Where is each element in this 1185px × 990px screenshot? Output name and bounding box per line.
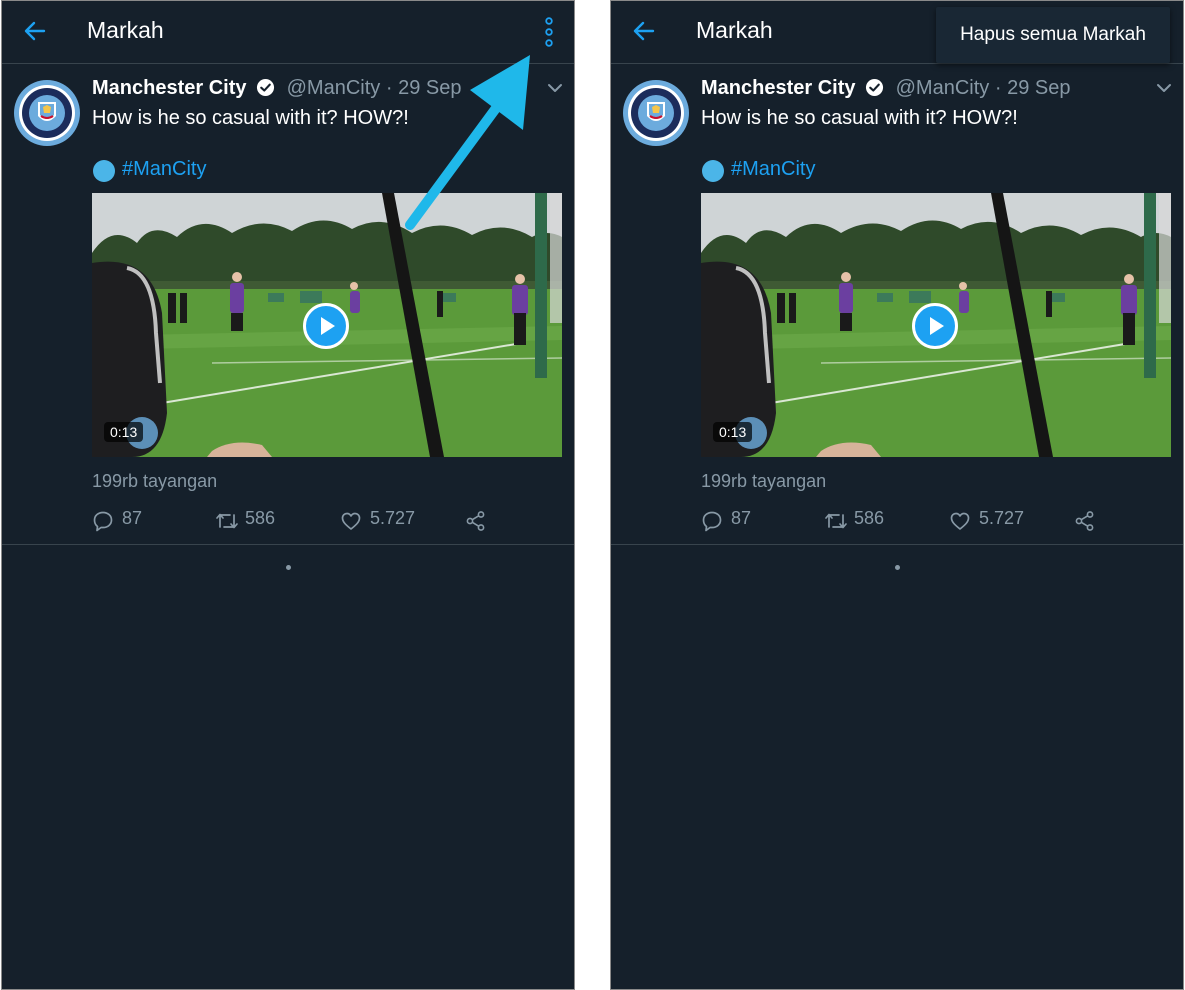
tweet-text: How is he so casual with it? HOW?! — [92, 107, 409, 129]
separator-dot: · — [385, 77, 393, 99]
separator-dot: · — [994, 77, 1002, 99]
play-icon[interactable] — [912, 303, 958, 349]
share-icon — [1075, 511, 1094, 531]
tweet-text: How is he so casual with it? HOW?! — [701, 107, 1018, 129]
verified-badge-icon — [866, 78, 884, 97]
tweet-header: Manchester City @ManCity · 29 Sep — [92, 77, 461, 100]
view-count: 199rb tayangan — [92, 471, 218, 491]
retweet-count: 586 — [854, 508, 885, 528]
tweet-date: 29 Sep — [398, 77, 462, 99]
hashtag-text: #ManCity — [731, 158, 816, 180]
back-button[interactable] — [22, 18, 48, 44]
tweet-date: 29 Sep — [1007, 77, 1071, 99]
video-thumbnail[interactable]: 0:13 — [92, 193, 562, 457]
overflow-menu-button[interactable] — [538, 15, 560, 49]
clear-all-bookmarks-menu-item[interactable]: Hapus semua Markah — [936, 7, 1170, 63]
tweet-actions: 87 586 5.727 — [701, 506, 1171, 534]
tweet-header: Manchester City @ManCity · 29 Sep — [701, 77, 1070, 100]
author-name[interactable]: Manchester City — [701, 77, 856, 99]
retweet-icon — [216, 513, 238, 529]
phone-screen-before: Markah Manchester City @ManCity · 29 Sep… — [1, 0, 575, 990]
heart-icon — [341, 512, 361, 530]
verified-badge-icon — [257, 78, 275, 97]
reply-icon — [93, 511, 113, 532]
view-count: 199rb tayangan — [701, 471, 827, 491]
tweet-card[interactable]: Manchester City @ManCity · 29 Sep How is… — [611, 64, 1183, 545]
hashtag-emoji-icon — [702, 160, 724, 182]
reply-icon — [702, 511, 722, 532]
retweet-icon — [825, 513, 847, 529]
play-icon[interactable] — [303, 303, 349, 349]
video-thumbnail[interactable]: 0:13 — [701, 193, 1171, 457]
retweet-count: 586 — [245, 508, 276, 528]
chevron-down-icon — [1157, 84, 1171, 92]
like-count: 5.727 — [370, 508, 416, 528]
phone-screen-after: Markah Manchester City @ManCity · 29 Sep… — [610, 0, 1184, 990]
hashtag-text: #ManCity — [122, 158, 207, 180]
heart-icon — [950, 512, 970, 530]
chevron-down-icon — [548, 84, 562, 92]
arrow-left-icon — [633, 21, 655, 41]
club-crest-avatar-icon — [14, 80, 80, 146]
loading-indicator — [286, 565, 291, 570]
video-duration-badge: 0:13 — [713, 422, 753, 442]
tweet-card[interactable]: Manchester City @ManCity · 29 Sep How is… — [2, 64, 574, 545]
page-title: Markah — [87, 17, 164, 43]
app-bar: Markah — [2, 1, 574, 64]
vertical-ellipsis-icon — [545, 17, 553, 47]
author-name[interactable]: Manchester City — [92, 77, 247, 99]
author-handle[interactable]: @ManCity — [896, 77, 990, 99]
page-title: Markah — [696, 17, 773, 43]
tweet-options-caret[interactable] — [1155, 80, 1173, 96]
tweet-actions: 87 586 5.727 — [92, 506, 562, 534]
video-duration-badge: 0:13 — [104, 422, 144, 442]
back-button[interactable] — [631, 18, 657, 44]
reply-count: 87 — [122, 508, 143, 528]
club-crest-avatar-icon — [623, 80, 689, 146]
arrow-left-icon — [24, 21, 46, 41]
hashtag-emoji-icon — [93, 160, 115, 182]
tweet-options-caret[interactable] — [546, 80, 564, 96]
share-icon — [466, 511, 485, 531]
avatar[interactable] — [623, 80, 689, 146]
reply-count: 87 — [731, 508, 752, 528]
loading-indicator — [895, 565, 900, 570]
overflow-menu-popup: Hapus semua Markah — [936, 7, 1170, 63]
like-count: 5.727 — [979, 508, 1025, 528]
avatar[interactable] — [14, 80, 80, 146]
author-handle[interactable]: @ManCity — [287, 77, 381, 99]
